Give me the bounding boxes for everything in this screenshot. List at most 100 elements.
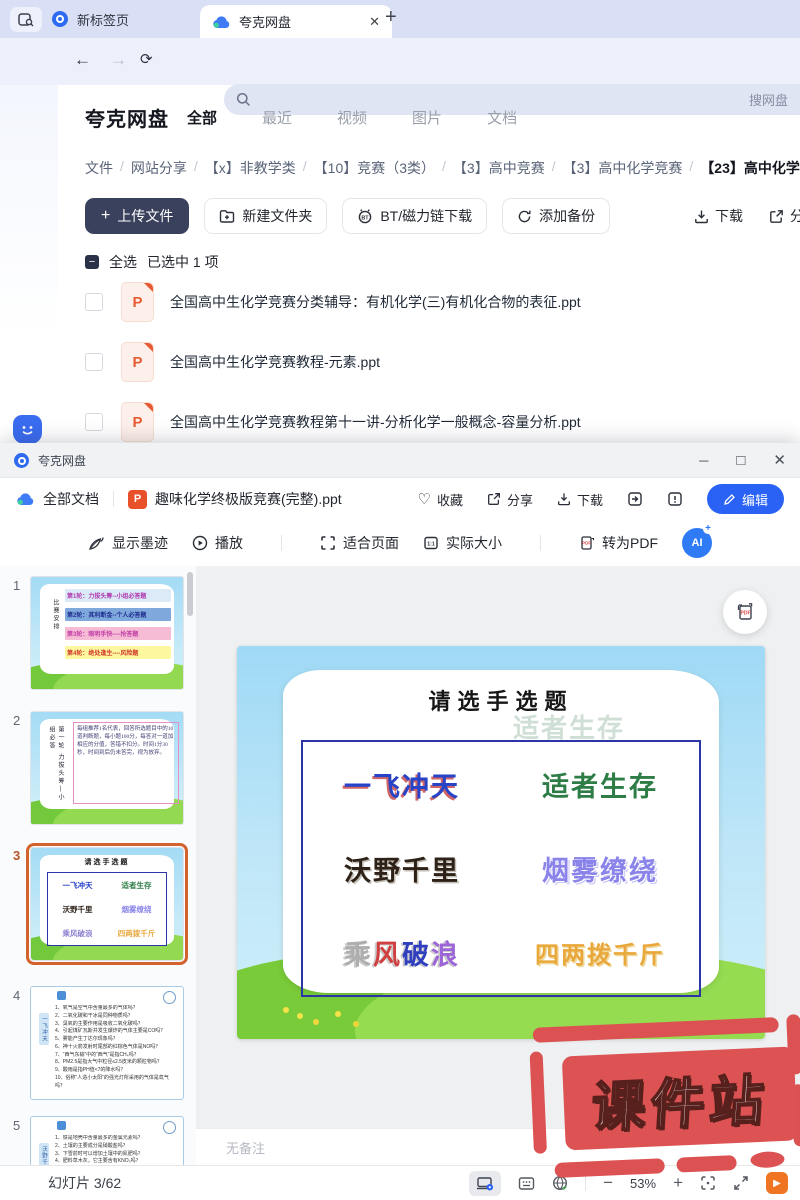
show-ink-button[interactable]: 显示墨迹: [88, 533, 168, 553]
thumb2-rule-text: 每组推荐1名代表，回答所选题目中的10道判断题，每小题100分，每答对一道加相应…: [73, 722, 179, 804]
share-selected-button[interactable]: 分享: [769, 206, 800, 226]
tab-new-page[interactable]: 新标签页: [52, 0, 129, 38]
zoom-in-button[interactable]: +: [673, 1173, 683, 1193]
thumb-number: 2: [13, 713, 20, 728]
ppt-file-icon: P: [121, 282, 154, 322]
zoom-out-button[interactable]: −: [603, 1173, 613, 1193]
share-icon: [487, 492, 501, 506]
pdf-convert-icon: PDF: [579, 535, 595, 551]
round-row: 第1轮：力拔头筹--小组必答题: [65, 589, 171, 602]
ai-assistant-button[interactable]: AI: [682, 528, 712, 558]
thumbnail-scrollbar[interactable]: [187, 572, 193, 616]
file-row[interactable]: P 全国高中生化学竞赛分类辅导：有机化学(三)有机化合物的表征.ppt: [85, 272, 800, 332]
actual-size-button[interactable]: 1:1 实际大小: [423, 533, 502, 553]
file-row[interactable]: P 全国高中生化学竞赛教程-元素.ppt: [85, 332, 800, 392]
share-label: 分享: [790, 206, 800, 226]
notes-panel[interactable]: 无备注: [196, 1128, 800, 1165]
zoom-level: 53%: [630, 1176, 656, 1191]
tab-image[interactable]: 图片: [412, 107, 442, 128]
page-title: 夸克网盘: [85, 103, 169, 132]
select-all-label[interactable]: 全选: [109, 252, 137, 272]
bt-magnet-button[interactable]: BT BT/磁力链下载: [342, 198, 487, 234]
options-box: 一飞冲天 适者生存 沃野千里 烟雾缭绕 乘 风 破 浪 四两拨千斤: [301, 740, 701, 997]
crumb[interactable]: 【10】竞赛（3类）: [314, 158, 435, 178]
minimize-button[interactable]: ─: [699, 453, 708, 468]
backup-button[interactable]: 添加备份: [502, 198, 610, 234]
option-shizheshengcun: 适者生存: [501, 742, 699, 826]
fit-screen-button[interactable]: [700, 1175, 716, 1191]
share-icon: [769, 209, 784, 224]
crumb[interactable]: 网站分享: [131, 158, 187, 178]
tab-video[interactable]: 视频: [337, 107, 367, 128]
thumbnail-slide-5[interactable]: 沃野千里 1、铁是地壳中含量最多的金属元素吗？2、土壤的主要成分是硝酸盐吗？ 3…: [30, 1116, 184, 1165]
fit-page-button[interactable]: 适合页面: [320, 533, 399, 553]
file-name[interactable]: 全国高中生化学竞赛教程第十一讲-分析化学一般概念-容量分析.ppt: [170, 412, 581, 432]
open-in-app-icon[interactable]: [627, 491, 643, 507]
crumb[interactable]: 【3】高中竞赛: [453, 158, 545, 178]
crumb[interactable]: 文件: [85, 158, 113, 178]
play-button[interactable]: 播放: [192, 533, 243, 553]
char: 浪: [431, 933, 460, 972]
refresh-button[interactable]: ⟳: [140, 50, 153, 68]
search-icon: [236, 92, 251, 107]
share-label: 分享: [507, 490, 533, 509]
file-name[interactable]: 全国高中生化学竞赛教程-元素.ppt: [170, 352, 380, 372]
forward-button[interactable]: →: [110, 50, 127, 70]
new-tab-button[interactable]: +: [385, 6, 397, 29]
mini-option: 烟雾缭绕: [122, 904, 152, 915]
upload-button[interactable]: + 上传文件: [85, 198, 189, 234]
tab-recent[interactable]: 最近: [262, 107, 292, 128]
file-name[interactable]: 全国高中生化学竞赛分类辅导：有机化学(三)有机化合物的表征.ppt: [170, 292, 581, 312]
close-button[interactable]: ✕: [773, 451, 786, 469]
tab-doc[interactable]: 文档: [487, 107, 517, 128]
thumbnail-slide-2[interactable]: 第一轮 力拔头筹—小组必答 每组推荐1名代表，回答所选题目中的10道判断题，每小…: [30, 711, 184, 825]
edit-button[interactable]: 编辑: [707, 484, 784, 514]
back-button[interactable]: ←: [74, 50, 91, 70]
download-selected-button[interactable]: 下载: [694, 206, 743, 226]
fullscreen-button[interactable]: [733, 1175, 749, 1191]
pdf-convert-float-button[interactable]: PDF: [723, 590, 767, 634]
window-controls: ─ □ ✕: [699, 451, 786, 469]
breadcrumb: 文件/ 网站分享/ 【x】非教学类/ 【10】竞赛（3类）/ 【3】高中竞赛/ …: [85, 158, 800, 178]
view-toolbar: 显示墨迹 播放 适合页面 1:1 实际大小 PDF 转为PDF AI: [0, 520, 800, 567]
slideshow-play-button[interactable]: ▶: [766, 1172, 788, 1194]
upload-label: 上传文件: [117, 206, 173, 226]
thumb-number: 1: [13, 578, 20, 593]
current-slide: 请选手选题 适者生存 一飞冲天 适者生存 沃野千里 烟雾缭绕 乘 风 破 浪 四…: [237, 646, 765, 1039]
thumbnail-slide-1[interactable]: 比赛安排 第1轮：力拔头筹--小组必答题 第2轮：其利断金--个人必答题 第3轮…: [30, 576, 184, 690]
crumb[interactable]: 【3】高中化学竞赛: [563, 158, 683, 178]
new-folder-button[interactable]: 新建文件夹: [204, 198, 327, 234]
feedback-icon[interactable]: [667, 491, 683, 507]
translate-globe-button[interactable]: [552, 1175, 568, 1191]
download-icon: [694, 209, 709, 224]
select-all-checkbox[interactable]: −: [85, 255, 99, 269]
slide-preview-area: PDF 请选手选题 适者生存 一飞冲天 适者生存 沃野千里 烟雾缭绕 乘 风: [196, 566, 800, 1165]
all-docs-button[interactable]: 全部文档: [43, 489, 99, 509]
file-checkbox[interactable]: [85, 353, 103, 371]
file-checkbox[interactable]: [85, 413, 103, 431]
thumbnail-slide-3-selected[interactable]: 请选手选题 一飞冲天 适者生存 沃野千里 烟雾缭绕 乘风破浪 四两拨千斤: [30, 847, 184, 961]
tab-quark-drive[interactable]: 夸克网盘 ✕: [200, 5, 392, 38]
favorite-button[interactable]: ♡ 收藏: [417, 490, 462, 509]
thumb5-questions: 1、铁是地壳中含量最多的金属元素吗？2、土壤的主要成分是硝酸盐吗？ 3、下雪前时…: [55, 1135, 178, 1165]
round-row: 第2轮：其利断金--个人必答题: [65, 608, 171, 621]
browser-nav-bar: ← → ⟳ 搜网盘: [0, 38, 800, 85]
convert-pdf-button[interactable]: PDF 转为PDF: [579, 533, 658, 553]
assistant-smiley-icon[interactable]: [13, 415, 42, 444]
search-placeholder: 搜网盘: [749, 90, 788, 109]
notes-toggle-button[interactable]: [518, 1176, 535, 1191]
maximize-button[interactable]: □: [736, 452, 745, 469]
presenter-view-button[interactable]: [469, 1171, 501, 1196]
window-title-bar[interactable]: 夸克网盘 ─ □ ✕: [0, 443, 800, 478]
crumb[interactable]: 【x】非教学类: [205, 158, 296, 178]
share-doc-button[interactable]: 分享: [487, 490, 533, 509]
quark-cloud-icon: [212, 15, 231, 29]
divider: [281, 535, 282, 551]
page-left-gutter: [0, 85, 58, 443]
tab-close-icon[interactable]: ✕: [369, 14, 380, 30]
tab-all[interactable]: 全部: [187, 107, 217, 128]
download-doc-button[interactable]: 下载: [557, 490, 603, 509]
browser-sidebar-icon[interactable]: [10, 7, 42, 32]
thumbnail-slide-4[interactable]: 一飞冲天 1、氧气是空气中含量最多的气体吗？2、二氧化碳和干冰是同种物质吗？ 3…: [30, 986, 184, 1100]
file-checkbox[interactable]: [85, 293, 103, 311]
